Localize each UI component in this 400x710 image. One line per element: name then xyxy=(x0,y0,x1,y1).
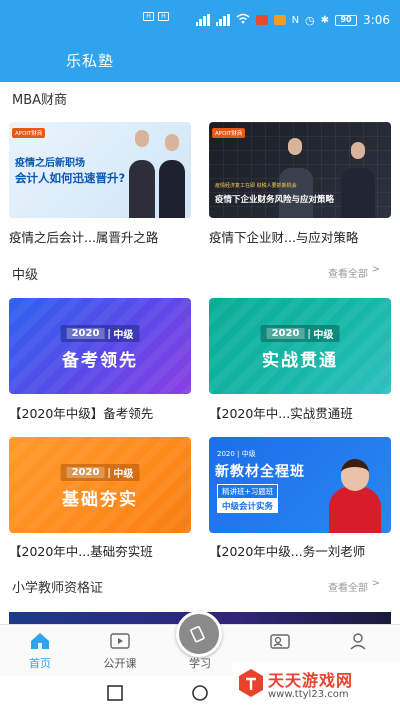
alarm-icon: ◷ xyxy=(305,13,315,27)
chevron-right-icon: > xyxy=(371,264,380,275)
lecturer-head xyxy=(288,138,302,155)
lecturer-head xyxy=(135,130,149,147)
course-caption[interactable]: 疫情下企业财...与应对策略 xyxy=(209,227,393,246)
tab-label: 学习 xyxy=(189,657,211,670)
course-caption[interactable]: 疫情之后会计...属晋升之路 xyxy=(9,227,193,246)
chevron-right-icon: > xyxy=(371,578,380,589)
watermark: 天天游戏网 www.ttyl23.com xyxy=(232,662,400,710)
section-title-mid: 中级 xyxy=(12,268,39,283)
section-title-teacher: 小学教师资格证 xyxy=(12,581,104,596)
watermark-title: 天天游戏网 xyxy=(268,671,354,690)
notification-icon: H xyxy=(158,12,169,21)
thumbnail-text: 疫情之后新职场 会计人如何迅速晋升? xyxy=(15,158,126,185)
brand-tag: APOIT财商 xyxy=(212,128,246,138)
course-thumbnail[interactable]: APOIT财商 疫情之后新职场 会计人如何迅速晋升? xyxy=(9,122,191,218)
course-caption[interactable]: 【2020年中级...务一刘老师 xyxy=(209,541,393,560)
tab-classmates[interactable] xyxy=(250,631,310,655)
lecturer-head xyxy=(351,142,365,159)
lecturer-head xyxy=(165,134,179,151)
tab-label: 首页 xyxy=(29,657,51,670)
tab-profile[interactable] xyxy=(328,631,388,655)
app-notification-icon xyxy=(255,15,268,25)
course-thumbnail[interactable]: 2020 中级 实战贯通 xyxy=(209,298,391,394)
thumbnail-text: 疫情下企业财务风险与应对策略 xyxy=(215,195,335,205)
course-name: 新教材全程班 xyxy=(215,464,305,480)
level-badge: 2020 中级 xyxy=(60,464,140,481)
year-label: 2020 | 中级 xyxy=(217,450,256,458)
section-title-mba: MBA财商 xyxy=(12,93,68,108)
lecturer-figure xyxy=(341,168,375,218)
lecturer-figure xyxy=(129,160,155,218)
course-caption[interactable]: 【2020年中级】备考领先 xyxy=(9,403,193,422)
level-badge: 2020 中级 xyxy=(60,325,140,342)
lecturer-figure xyxy=(159,160,185,218)
see-all-link[interactable]: 查看全部 xyxy=(328,579,368,594)
status-bar: N ◷ ✱ 90 3:06 xyxy=(195,10,390,30)
course-caption[interactable]: 【2020年中...实战贯通班 xyxy=(209,403,393,422)
watermark-logo-icon xyxy=(238,668,264,698)
app-title: 乐私塾 xyxy=(66,52,115,70)
notification-icons: H H xyxy=(143,12,169,21)
signal-icon xyxy=(195,14,210,26)
study-icon xyxy=(190,625,208,647)
course-name: 基础夯实 xyxy=(62,490,138,510)
tab-open-class[interactable]: 公开课 xyxy=(90,631,150,671)
course-thumbnail[interactable]: 2020 中级 基础夯实 xyxy=(9,437,191,533)
study-center-button[interactable] xyxy=(176,611,222,657)
signal-icon xyxy=(215,14,230,26)
level-badge: 2020 中级 xyxy=(260,325,340,342)
wifi-icon xyxy=(236,13,250,27)
battery-icon: 90 xyxy=(335,14,358,26)
classmates-icon xyxy=(269,631,291,651)
bluetooth-icon: ✱ xyxy=(320,14,330,26)
brand-tag: APOIT财商 xyxy=(12,128,46,138)
course-tag: 精讲班+习题班 xyxy=(217,484,279,499)
video-icon xyxy=(109,631,131,651)
tab-label: 公开课 xyxy=(103,657,137,670)
teacher-photo xyxy=(329,453,381,533)
home-nav-icon[interactable] xyxy=(192,685,208,705)
status-time: 3:06 xyxy=(363,13,390,27)
course-thumbnail[interactable]: 2020 中级 备考领先 xyxy=(9,298,191,394)
course-thumbnail[interactable]: APOIT财商 疫情经济复工在即 财税人要抓新机会 疫情下企业财务风险与应对策略 xyxy=(209,122,391,218)
home-icon xyxy=(29,631,51,651)
course-thumbnail[interactable]: 2020 | 中级 新教材全程班 精讲班+习题班 中级会计实务 xyxy=(209,437,391,533)
app-header: H H N ◷ ✱ 90 3:06 乐私塾 xyxy=(0,0,400,82)
course-name: 实战贯通 xyxy=(262,351,338,371)
see-all-link[interactable]: 查看全部 xyxy=(328,265,368,280)
recent-apps-icon[interactable] xyxy=(107,685,123,705)
nfc-icon: N xyxy=(291,14,300,26)
course-name: 备考领先 xyxy=(62,351,138,371)
notification-icon: H xyxy=(143,12,154,21)
course-tag: 中级会计实务 xyxy=(217,499,279,513)
course-caption[interactable]: 【2020年中...基础夯实班 xyxy=(9,541,193,560)
watermark-url: www.ttyl23.com xyxy=(268,689,349,700)
thumbnail-subtext: 疫情经济复工在即 财税人要抓新机会 xyxy=(215,183,297,189)
app-notification-icon xyxy=(273,15,286,25)
tab-home[interactable]: 首页 xyxy=(10,631,70,671)
profile-icon xyxy=(347,631,369,651)
